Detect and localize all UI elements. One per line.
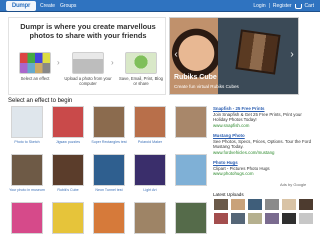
jigsaw-icon xyxy=(52,106,84,138)
nav-create-link[interactable]: Create xyxy=(40,1,55,11)
effect-tile[interactable]: Rubik's Cube xyxy=(49,154,87,198)
cart-link[interactable]: Cart xyxy=(305,1,314,11)
upload-thumbnail[interactable] xyxy=(281,198,297,211)
step-label: Upload a photo from your computer xyxy=(64,76,112,86)
carousel-next-icon[interactable]: › xyxy=(288,48,296,62)
hero-title: Dumpr is where you create marvellous pho… xyxy=(20,22,156,40)
fisheye-icon xyxy=(11,202,43,234)
sketch-icon xyxy=(11,106,43,138)
museum-icon xyxy=(11,154,43,186)
effect-tile[interactable]: Jigsaw puzzles xyxy=(49,106,87,150)
sponsored-ad[interactable]: Photo Hugs Clipart - Pictures Photo Hugs w… xyxy=(213,160,313,177)
upload-thumbnail[interactable] xyxy=(230,198,246,211)
effect-tile[interactable] xyxy=(8,202,46,240)
frame-icon xyxy=(175,106,207,138)
upload-thumbnail[interactable] xyxy=(247,198,263,211)
upload-thumbnail[interactable] xyxy=(247,212,263,225)
effect-label[interactable]: Neon Tunnel test xyxy=(90,188,128,192)
effect-tile[interactable]: Super Rectangles test xyxy=(90,106,128,150)
effect-label[interactable]: Jigsaw puzzles xyxy=(49,140,87,144)
main-nav: Create Groups xyxy=(40,1,76,11)
upload-thumbnail[interactable] xyxy=(213,212,229,225)
ads-panel: Snapfish - 25 Free Prints Join Snapfish &… xyxy=(213,106,313,192)
sponsored-ad[interactable]: Snapfish - 25 Free Prints Join Snapfish &… xyxy=(213,106,313,128)
tunnel-icon xyxy=(93,154,125,186)
upload-thumbnail[interactable] xyxy=(298,212,314,225)
upload-photo-icon xyxy=(72,52,104,74)
ad-text: See Photos, Specs, Prices, Options. Tour… xyxy=(213,138,312,150)
effects-grid-icon xyxy=(19,52,51,74)
polaroid-icon xyxy=(134,106,166,138)
cart-icon[interactable] xyxy=(294,3,302,9)
ad-url[interactable]: www.photohugs.com xyxy=(213,171,313,177)
effects-heading: Select an effect to begin xyxy=(8,98,73,104)
arrow-icon: › xyxy=(57,58,60,67)
effect-tile[interactable] xyxy=(172,106,210,150)
upload-thumbnail[interactable] xyxy=(264,198,280,211)
step-select-effect[interactable]: Select an effect xyxy=(11,52,59,81)
pop-icon xyxy=(93,202,125,234)
effect-tile[interactable]: Polaroid Maker xyxy=(131,106,169,150)
rectangles-icon xyxy=(93,106,125,138)
hero-panel: Dumpr is where you create marvellous pho… xyxy=(8,17,166,95)
light-icon xyxy=(134,154,166,186)
promo-title: Rubiks Cube xyxy=(174,74,217,81)
effect-tile[interactable] xyxy=(49,202,87,240)
effect-label[interactable]: Photo to Sketch xyxy=(8,140,46,144)
arrow-icon: › xyxy=(111,58,114,67)
upload-thumbnail[interactable] xyxy=(230,212,246,225)
bubble-icon xyxy=(175,154,207,186)
ad-url[interactable]: www.fordvehicles.com/mustang xyxy=(213,150,313,156)
upload-thumbnail[interactable] xyxy=(213,198,229,211)
nav-groups-link[interactable]: Groups xyxy=(60,1,76,11)
latest-uploads-heading: Latest Uploads xyxy=(213,192,244,197)
ads-by-google[interactable]: Ads by Google xyxy=(280,182,306,187)
mirror-icon xyxy=(175,202,207,234)
promo-banner[interactable]: ‹ › Rubiks Cube Create fun virtual Rubik… xyxy=(169,17,299,95)
promo-subtitle: Create fun virtual Rubiks Cubes xyxy=(174,84,239,89)
step-label: Save, Email, Print, Blog or share xyxy=(119,76,163,86)
separator: | xyxy=(268,3,270,9)
step-share[interactable]: Save, Email, Print, Blog or share xyxy=(117,52,165,86)
effect-tile[interactable]: Your photo in museum xyxy=(8,154,46,198)
latest-uploads-grid xyxy=(213,198,318,225)
effect-label[interactable]: Rubik's Cube xyxy=(49,188,87,192)
effect-tile[interactable] xyxy=(172,154,210,198)
effect-tile[interactable] xyxy=(131,202,169,240)
effect-tile[interactable] xyxy=(90,202,128,240)
account-links: Login | Register Cart xyxy=(253,1,314,11)
effect-label[interactable]: Your photo in museum xyxy=(8,188,46,192)
ad-text: Join Snapfish & Get 25 Free Prints, Prin… xyxy=(213,111,302,123)
top-navigation-bar: Dumpr Create Groups Login | Register Car… xyxy=(0,0,320,12)
promo-cube-image xyxy=(235,29,281,75)
effect-label[interactable]: Polaroid Maker xyxy=(131,140,169,144)
site-logo[interactable]: Dumpr xyxy=(6,1,36,11)
effect-tile[interactable] xyxy=(172,202,210,240)
effect-tile[interactable]: Neon Tunnel test xyxy=(90,154,128,198)
ad-url[interactable]: www.snapfish.com xyxy=(213,123,313,129)
vintage-icon xyxy=(134,202,166,234)
carousel-prev-icon[interactable]: ‹ xyxy=(172,48,180,62)
register-link[interactable]: Register xyxy=(273,1,292,11)
sponsored-ad[interactable]: Mustang Photo See Photos, Specs, Prices, … xyxy=(213,133,313,155)
login-link[interactable]: Login xyxy=(253,1,265,11)
upload-thumbnail[interactable] xyxy=(298,198,314,211)
step-upload-photo[interactable]: Upload a photo from your computer xyxy=(64,52,112,86)
upload-thumbnail[interactable] xyxy=(281,212,297,225)
cube-icon xyxy=(52,154,84,186)
upload-thumbnail[interactable] xyxy=(264,212,280,225)
effect-label[interactable]: Light Art xyxy=(131,188,169,192)
effects-grid: Photo to Sketch Jigsaw puzzles Super Recta… xyxy=(8,106,208,240)
effect-tile[interactable]: Light Art xyxy=(131,154,169,198)
share-icon xyxy=(125,52,157,74)
effect-label[interactable]: Super Rectangles test xyxy=(90,140,128,144)
step-label: Select an effect xyxy=(20,76,50,81)
warhol-icon xyxy=(52,202,84,234)
effect-tile[interactable]: Photo to Sketch xyxy=(8,106,46,150)
